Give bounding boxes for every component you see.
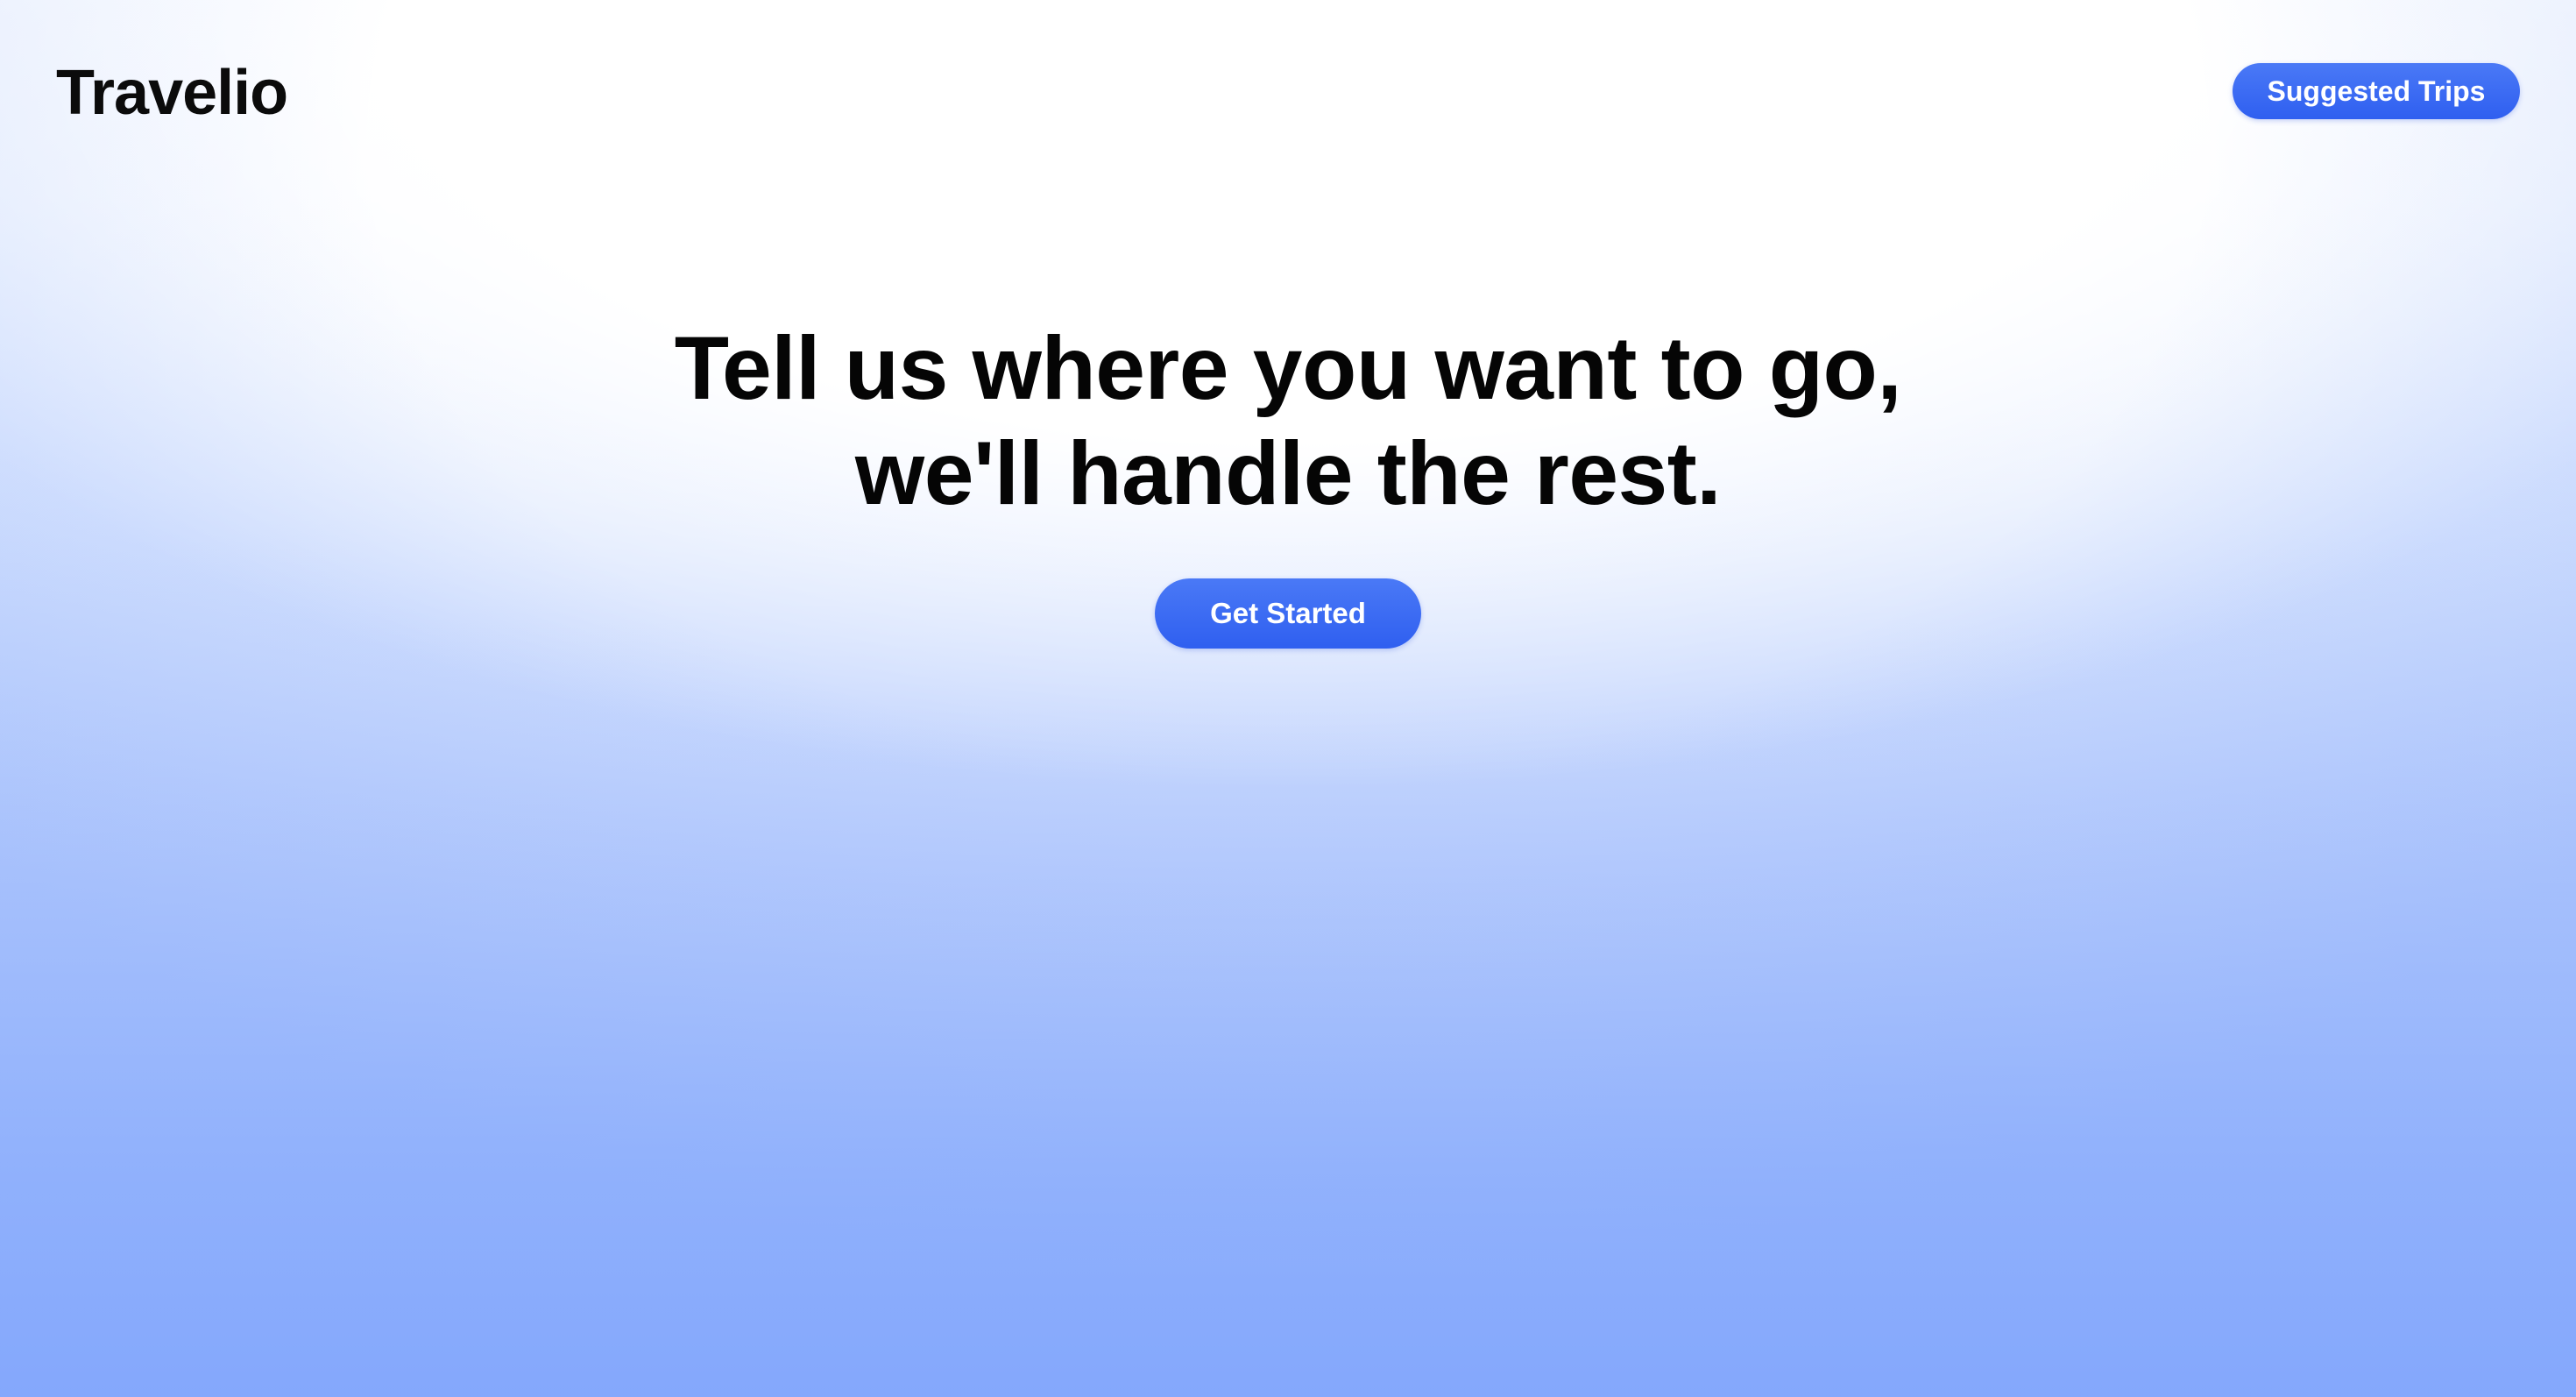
suggested-trips-button[interactable]: Suggested Trips — [2233, 63, 2520, 119]
get-started-button[interactable]: Get Started — [1155, 578, 1421, 649]
hero-title-line-2: we'll handle the rest. — [854, 423, 1722, 523]
gradient-background — [0, 0, 2576, 1397]
hero-title: Tell us where you want to go, we'll hand… — [0, 316, 2576, 526]
site-header: Travelio Suggested Trips — [0, 0, 2576, 184]
hero-title-line-1: Tell us where you want to go, — [674, 318, 1902, 418]
brand-logo[interactable]: Travelio — [56, 56, 288, 130]
hero-section: Tell us where you want to go, we'll hand… — [0, 316, 2576, 649]
